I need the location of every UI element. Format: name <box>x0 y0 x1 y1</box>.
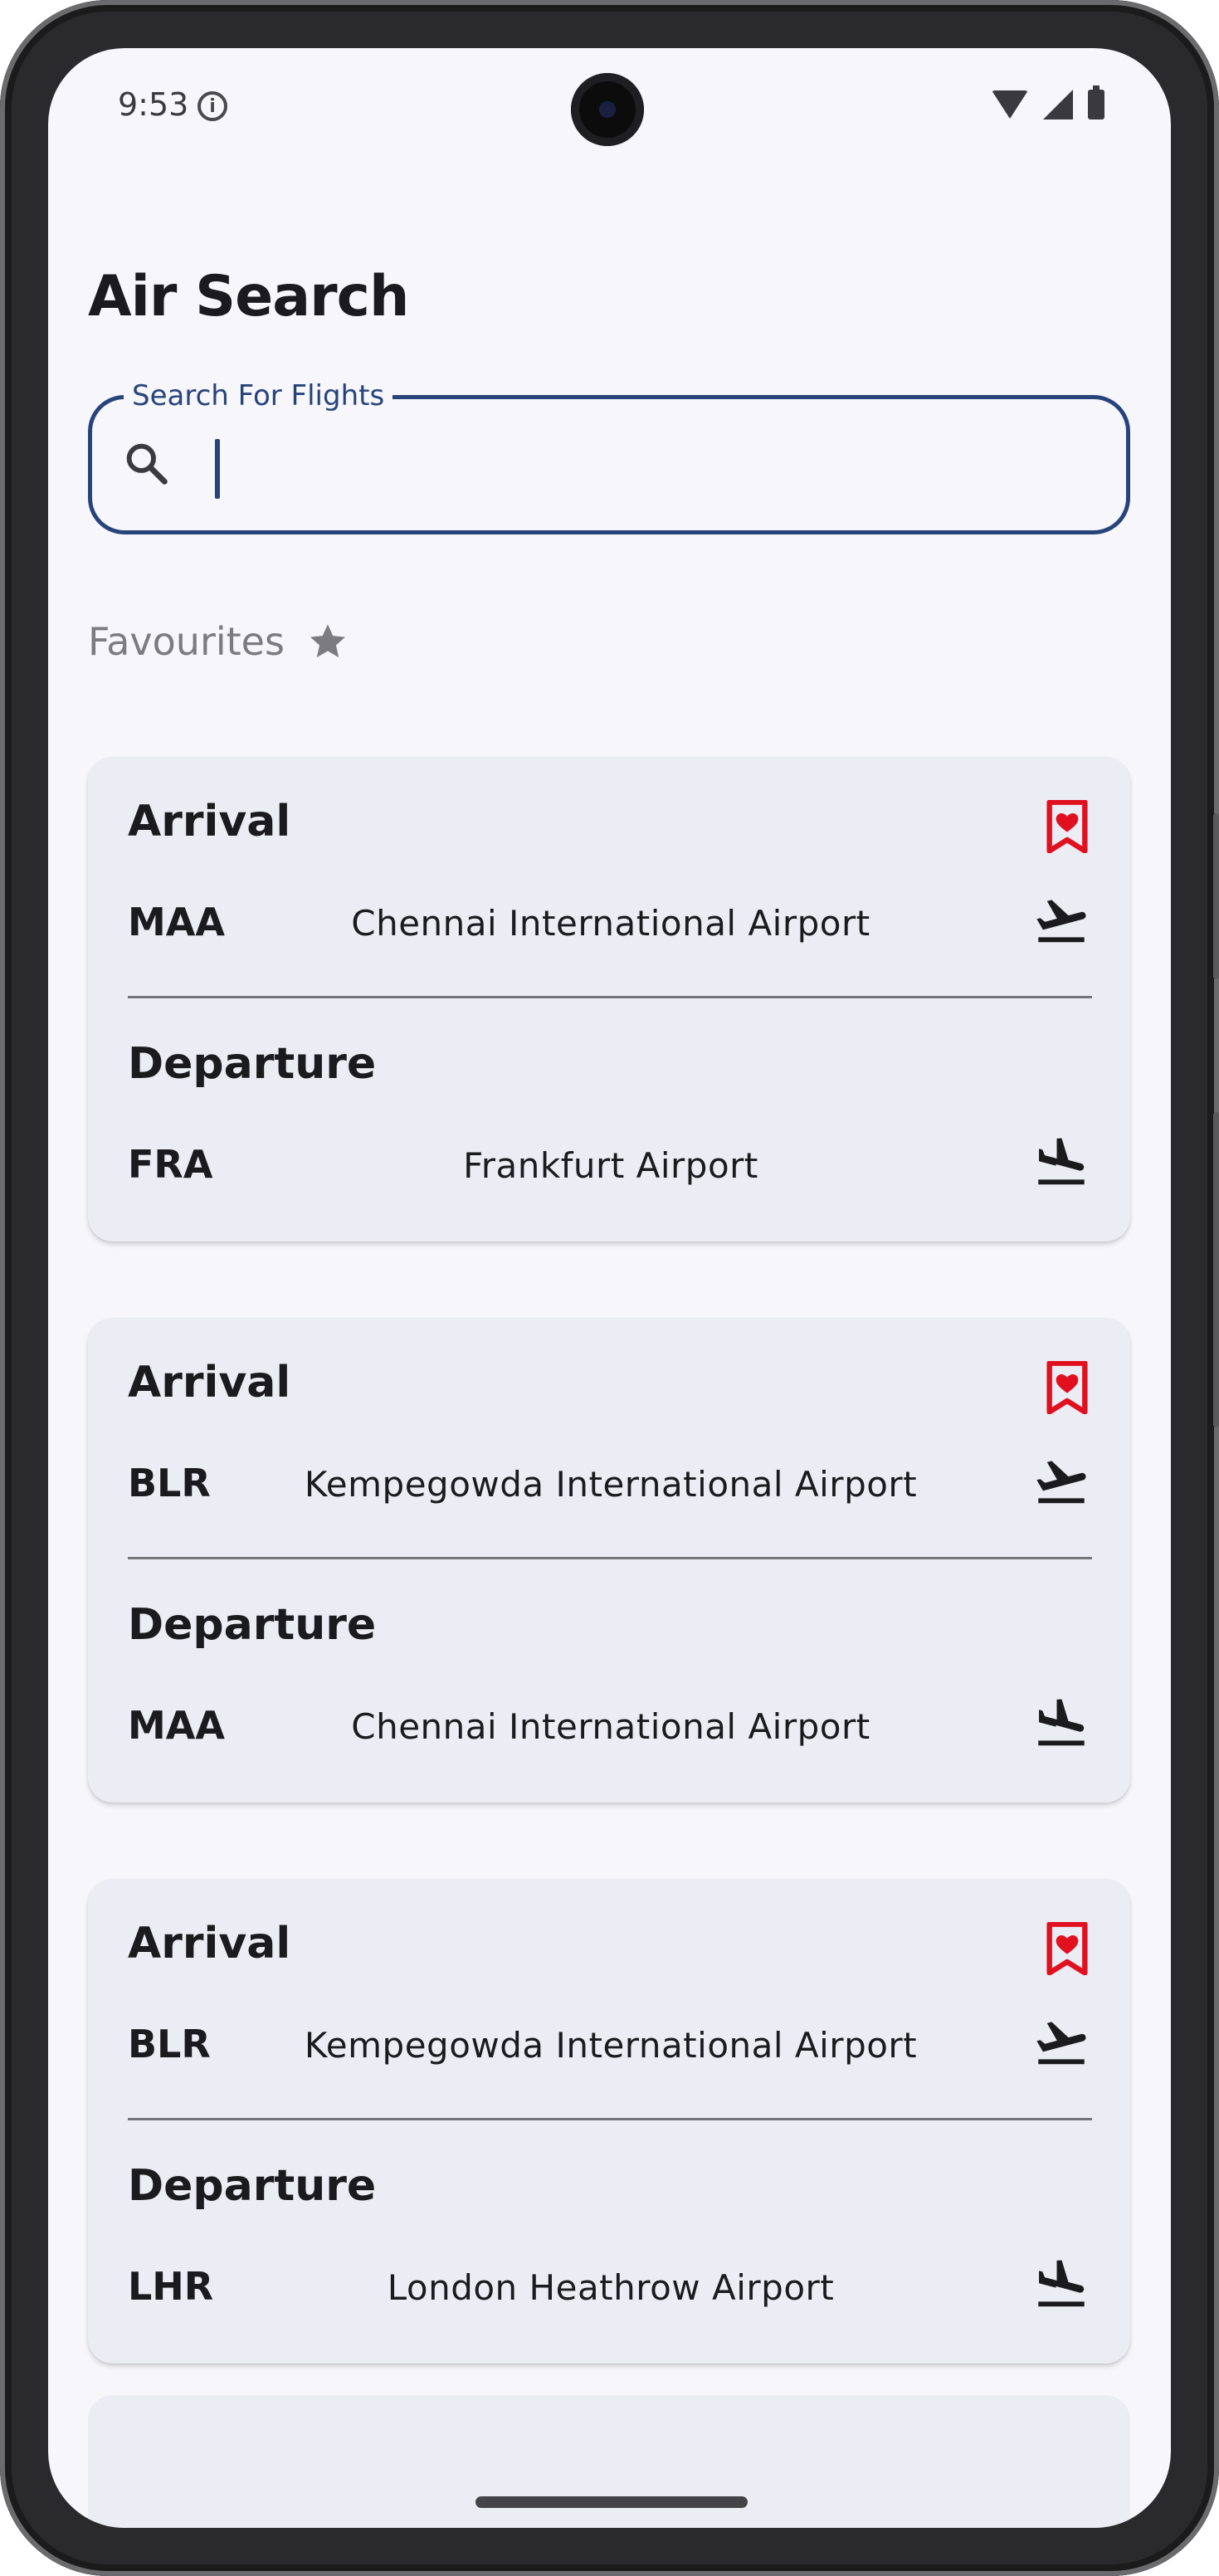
arrival-airport: Kempegowda International Airport <box>304 1464 918 1505</box>
favourite-flight-card[interactable]: Arrival BLR Kempegowda International Air… <box>88 1318 1130 1803</box>
flight-takeoff-icon <box>1036 2022 1086 2065</box>
favourites-header: Favourites <box>88 619 349 664</box>
departure-airport: Frankfurt Airport <box>463 1145 758 1186</box>
side-button-power <box>1213 813 1219 979</box>
departure-label: Departure <box>128 1039 377 1089</box>
search-icon <box>126 443 168 485</box>
search-input[interactable] <box>233 432 1100 507</box>
search-field-label: Search For Flights <box>124 378 393 414</box>
departure-label: Departure <box>128 2161 377 2211</box>
status-time: 9:53 <box>118 86 189 123</box>
home-indicator[interactable] <box>475 2496 748 2508</box>
arrival-code: BLR <box>128 1461 211 1505</box>
departure-code: LHR <box>128 2264 214 2309</box>
departure-airport: London Heathrow Airport <box>387 2267 835 2308</box>
flight-takeoff-icon <box>1036 900 1086 943</box>
star-icon <box>310 624 345 658</box>
card-divider <box>128 996 1092 998</box>
departure-code: MAA <box>128 1703 225 1748</box>
flight-takeoff-icon <box>1036 1461 1086 1504</box>
flight-land-icon <box>1038 1138 1085 1185</box>
departure-code: FRA <box>128 1142 213 1187</box>
arrival-label: Arrival <box>128 1358 291 1408</box>
arrival-label: Arrival <box>128 797 291 846</box>
arrival-code: MAA <box>128 900 225 944</box>
arrival-code: BLR <box>128 2022 211 2066</box>
favorite-bookmark-icon[interactable] <box>1044 800 1090 853</box>
arrival-label: Arrival <box>128 1919 291 1969</box>
departure-airport: Chennai International Airport <box>351 1706 870 1747</box>
front-camera <box>571 73 644 146</box>
card-divider <box>128 2118 1092 2120</box>
flight-land-icon <box>1038 2260 1085 2307</box>
favorite-bookmark-icon[interactable] <box>1044 1922 1090 1975</box>
info-icon: i <box>197 91 227 121</box>
battery-icon <box>1088 85 1104 120</box>
page-title: Air Search <box>88 264 409 329</box>
flight-land-icon <box>1038 1699 1085 1746</box>
status-icons <box>992 85 1104 120</box>
search-field[interactable]: Search For Flights <box>88 378 1130 534</box>
favourite-flight-card-partial[interactable] <box>88 2395 1130 2528</box>
screen: 9:53 i Air Search Search For Flights Fav… <box>48 48 1171 2528</box>
favourite-flight-card[interactable]: Arrival MAA Chennai International Airpor… <box>88 757 1130 1242</box>
side-button-volume <box>1213 1112 1219 1427</box>
departure-label: Departure <box>128 1600 377 1650</box>
favourites-label: Favourites <box>88 619 285 664</box>
arrival-airport: Kempegowda International Airport <box>304 2025 918 2066</box>
signal-icon <box>1043 90 1073 120</box>
arrival-airport: Chennai International Airport <box>351 903 870 944</box>
wifi-icon <box>992 90 1028 119</box>
text-cursor <box>215 439 220 499</box>
favourite-flight-card[interactable]: Arrival BLR Kempegowda International Air… <box>88 1879 1130 2364</box>
favorite-bookmark-icon[interactable] <box>1044 1361 1090 1414</box>
status-bar: 9:53 i <box>48 48 1171 156</box>
card-divider <box>128 1557 1092 1559</box>
